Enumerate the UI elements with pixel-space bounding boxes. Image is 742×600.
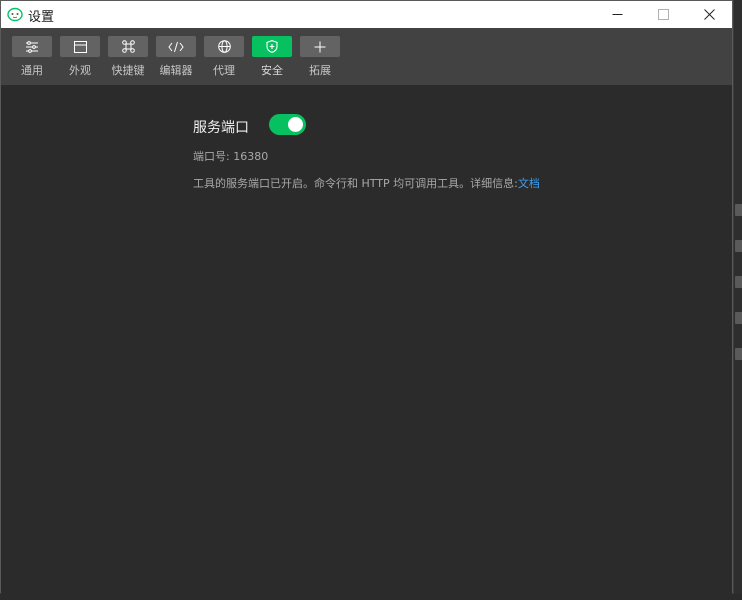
tab-shortcuts[interactable]: 快捷键 (108, 36, 148, 82)
tab-appearance[interactable]: 外观 (60, 36, 100, 82)
tab-general-button[interactable] (12, 36, 52, 57)
maximize-button[interactable] (640, 1, 686, 28)
tab-general[interactable]: 通用 (12, 36, 52, 82)
background-editor-edge (734, 0, 742, 600)
window-icon (73, 40, 87, 53)
globe-icon (217, 40, 231, 53)
title-bar: 设置 (1, 1, 732, 28)
settings-content: 服务端口 端口号: 16380 工具的服务端口已开启。命令行和 HTTP 均可调… (1, 85, 732, 594)
background-glyph (735, 276, 742, 288)
tab-editor-button[interactable] (156, 36, 196, 57)
docs-link[interactable]: 文档 (518, 177, 540, 190)
minimize-icon (612, 14, 622, 15)
close-icon (703, 9, 715, 20)
service-port-description: 工具的服务端口已开启。命令行和 HTTP 均可调用工具。详细信息:文档 (193, 175, 540, 191)
app-logo-icon (7, 7, 23, 22)
tab-appearance-button[interactable] (60, 36, 100, 57)
settings-toolbar: 通用 外观 快捷键 编辑器 代理 安全 拓展 (1, 28, 732, 85)
tab-editor[interactable]: 编辑器 (156, 36, 196, 82)
sliders-icon (26, 40, 38, 53)
background-glyph (735, 312, 742, 324)
window-title: 设置 (28, 10, 55, 25)
port-number-label: 端口号: (193, 150, 230, 163)
tab-proxy[interactable]: 代理 (204, 36, 244, 82)
command-icon (121, 40, 135, 53)
settings-window: 设置 通用 外观 快捷键 编辑器 代理 安全 拓展 服务端口 端口号: 1638… (0, 0, 733, 594)
background-editor-bottom (0, 594, 742, 600)
tab-security[interactable]: 安全 (252, 36, 292, 82)
toggle-knob (288, 117, 303, 132)
background-glyph (735, 348, 742, 360)
tab-extensions-label: 拓展 (309, 64, 331, 77)
port-number-row: 端口号: 16380 (193, 148, 268, 164)
port-number-value: 16380 (233, 150, 269, 163)
tab-security-button[interactable] (252, 36, 292, 57)
close-button[interactable] (686, 1, 732, 28)
service-port-toggle[interactable] (269, 114, 306, 135)
tab-shortcuts-button[interactable] (108, 36, 148, 57)
minimize-button[interactable] (594, 1, 640, 28)
tab-proxy-button[interactable] (204, 36, 244, 57)
service-port-title: 服务端口 (193, 120, 249, 136)
code-icon (168, 41, 184, 52)
maximize-icon (657, 9, 669, 20)
background-glyph (735, 240, 742, 252)
plus-icon (314, 41, 326, 52)
background-glyph (735, 204, 742, 216)
tab-extensions-button[interactable] (300, 36, 340, 57)
tab-extensions[interactable]: 拓展 (300, 36, 340, 82)
service-port-description-text: 工具的服务端口已开启。命令行和 HTTP 均可调用工具。详细信息: (193, 177, 518, 190)
shield-icon (266, 40, 278, 53)
